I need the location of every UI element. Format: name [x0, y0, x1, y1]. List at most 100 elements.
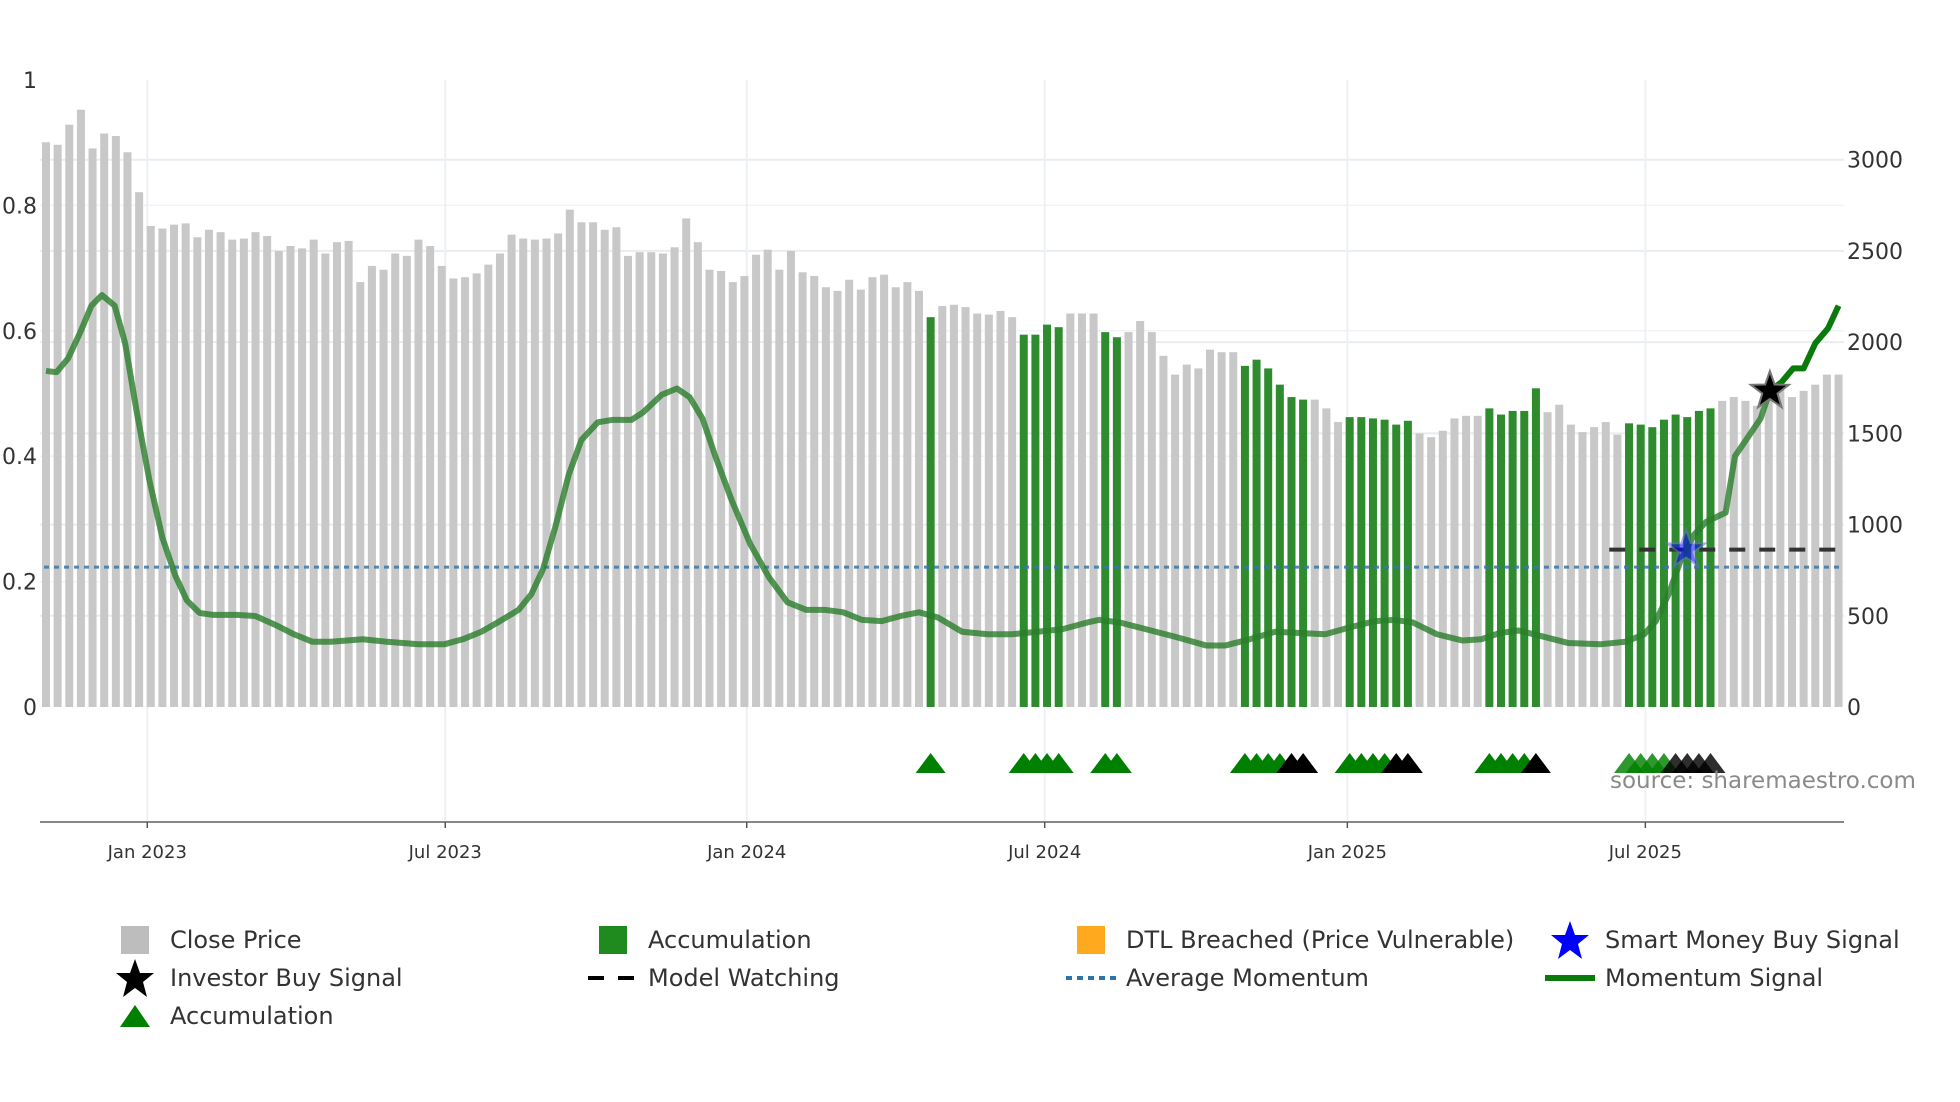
- accumulation-bar: [1031, 334, 1040, 707]
- accumulation-bar: [1706, 408, 1715, 707]
- price-bar: [880, 274, 889, 707]
- price-bar: [554, 233, 563, 707]
- price-bar: [961, 307, 970, 707]
- price-bar: [624, 255, 632, 707]
- accumulation-bar: [1345, 417, 1354, 707]
- price-bar: [1334, 422, 1343, 707]
- price-bar: [1753, 405, 1762, 707]
- price-bar: [810, 275, 819, 707]
- price-bar: [938, 306, 947, 707]
- price-bar: [915, 290, 923, 707]
- accumulation-bar: [1625, 423, 1634, 707]
- price-bar: [705, 269, 714, 707]
- price-bar: [88, 148, 97, 707]
- price-bar: [1077, 313, 1086, 707]
- price-bar: [263, 235, 272, 708]
- price-bar: [391, 253, 400, 707]
- price-bar: [123, 152, 132, 707]
- right-tick-label: 2500: [1847, 240, 1903, 265]
- price-bar: [1206, 349, 1214, 707]
- left-tick-label: 0: [23, 696, 37, 721]
- x-tick-label: Jan 2024: [706, 842, 786, 863]
- accumulation-bar: [1054, 327, 1063, 707]
- accumulation-bar: [1275, 384, 1284, 707]
- accumulation-bar: [1299, 399, 1308, 707]
- price-bar: [612, 227, 621, 708]
- price-bar: [786, 250, 795, 708]
- left-tick-label: 0.2: [2, 571, 37, 596]
- right-tick-label: 500: [1847, 605, 1889, 630]
- price-bar: [344, 240, 353, 707]
- price-bar: [461, 277, 470, 707]
- price-bar: [821, 287, 830, 707]
- price-bar: [53, 144, 62, 707]
- price-bar: [1729, 397, 1738, 707]
- price-bar: [484, 264, 493, 707]
- right-tick-label: 1000: [1847, 514, 1903, 539]
- left-tick-label: 0.4: [2, 445, 37, 470]
- accumulation-bar: [1531, 388, 1540, 707]
- price-bar: [1124, 332, 1133, 707]
- price-bar: [1171, 374, 1180, 707]
- price-bar: [1601, 422, 1610, 707]
- accumulation-bar: [1240, 365, 1249, 707]
- price-bar: [158, 228, 167, 708]
- left-tick-label: 0.6: [2, 320, 37, 345]
- source-credit: source: sharemaestro.com: [1610, 768, 1916, 794]
- price-bar: [251, 232, 260, 707]
- price-bar: [65, 124, 74, 707]
- price-bar: [891, 287, 900, 707]
- price-bar: [1182, 364, 1191, 707]
- accumulation-bar: [1019, 334, 1028, 707]
- accumulation-bar: [1403, 420, 1412, 707]
- price-bar: [577, 222, 586, 707]
- price-bar: [635, 252, 644, 708]
- right-tick-label: 1500: [1847, 422, 1903, 447]
- price-bar: [286, 246, 295, 707]
- price-bar: [868, 277, 877, 707]
- price-bar: [996, 310, 1005, 707]
- accumulation-bar: [1101, 332, 1110, 707]
- right-tick-label: 3000: [1847, 149, 1903, 174]
- price-bar: [414, 239, 423, 707]
- x-tick-label: Jul 2024: [1007, 842, 1081, 863]
- price-bar: [170, 224, 179, 707]
- price-bar: [1450, 418, 1459, 707]
- x-tick-label: Jul 2025: [1608, 842, 1682, 863]
- price-bar: [519, 238, 528, 707]
- price-bar: [856, 289, 865, 707]
- accumulation-bar: [926, 317, 935, 707]
- price-bar: [600, 229, 609, 707]
- price-bar: [1613, 434, 1622, 707]
- price-bar: [1147, 332, 1156, 707]
- accumulation-bar: [1252, 359, 1261, 707]
- price-bar: [1473, 415, 1482, 707]
- left-tick-label: 0.8: [2, 194, 37, 219]
- price-bar: [763, 249, 772, 707]
- right-tick-label: 2000: [1847, 331, 1903, 356]
- price-bar: [845, 279, 854, 707]
- price-bar: [1217, 352, 1226, 707]
- price-bar: [740, 275, 749, 707]
- price-bar: [100, 133, 109, 707]
- price-bar: [356, 282, 365, 707]
- accumulation-bar: [1043, 324, 1052, 707]
- price-bar: [1811, 384, 1820, 707]
- accumulation-bar: [1485, 408, 1494, 707]
- price-bar: [1822, 374, 1831, 707]
- price-bar: [1310, 399, 1319, 707]
- price-bar: [717, 271, 726, 707]
- price-bar: [76, 109, 85, 707]
- price-bar: [1543, 412, 1552, 707]
- price-bar: [472, 273, 481, 707]
- price-bar: [1764, 397, 1773, 707]
- left-tick-label: 1: [23, 69, 37, 94]
- price-bar: [228, 239, 237, 707]
- accumulation-bar: [1264, 368, 1273, 707]
- accumulation-bar: [1112, 337, 1121, 707]
- price-bar: [984, 314, 993, 707]
- accumulation-bar: [1357, 417, 1366, 707]
- price-bar: [274, 250, 283, 708]
- price-bar: [193, 237, 202, 707]
- accumulation-bar: [1497, 414, 1505, 707]
